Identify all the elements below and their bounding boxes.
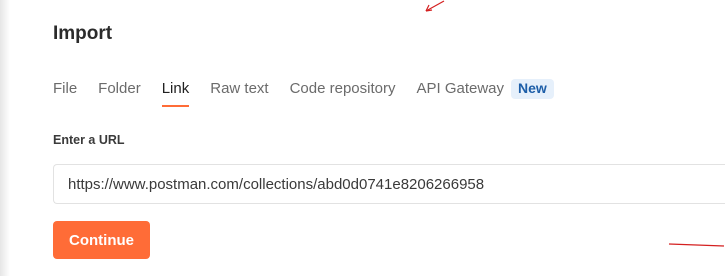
import-dialog: Import File Folder Link Raw text Code re… bbox=[10, 0, 725, 276]
new-badge: New bbox=[511, 79, 554, 99]
url-input[interactable] bbox=[53, 164, 725, 204]
annotation-arrow-top bbox=[425, 0, 445, 12]
tab-link[interactable]: Link bbox=[161, 80, 189, 107]
import-tabs: File Folder Link Raw text Code repositor… bbox=[53, 79, 554, 110]
tab-file[interactable]: File bbox=[53, 80, 77, 107]
dialog-title: Import bbox=[53, 23, 113, 44]
continue-button[interactable]: Continue bbox=[53, 221, 150, 259]
tab-code-repository[interactable]: Code repository bbox=[290, 80, 396, 107]
page-shadow bbox=[0, 0, 10, 276]
url-field-label: Enter a URL bbox=[53, 133, 125, 147]
tab-folder[interactable]: Folder bbox=[98, 80, 141, 107]
tab-api-gateway[interactable]: API Gateway bbox=[416, 80, 504, 107]
annotation-line-right bbox=[668, 243, 725, 247]
tab-raw-text[interactable]: Raw text bbox=[210, 80, 268, 107]
tab-api-gateway-group[interactable]: API Gateway New bbox=[416, 79, 554, 107]
